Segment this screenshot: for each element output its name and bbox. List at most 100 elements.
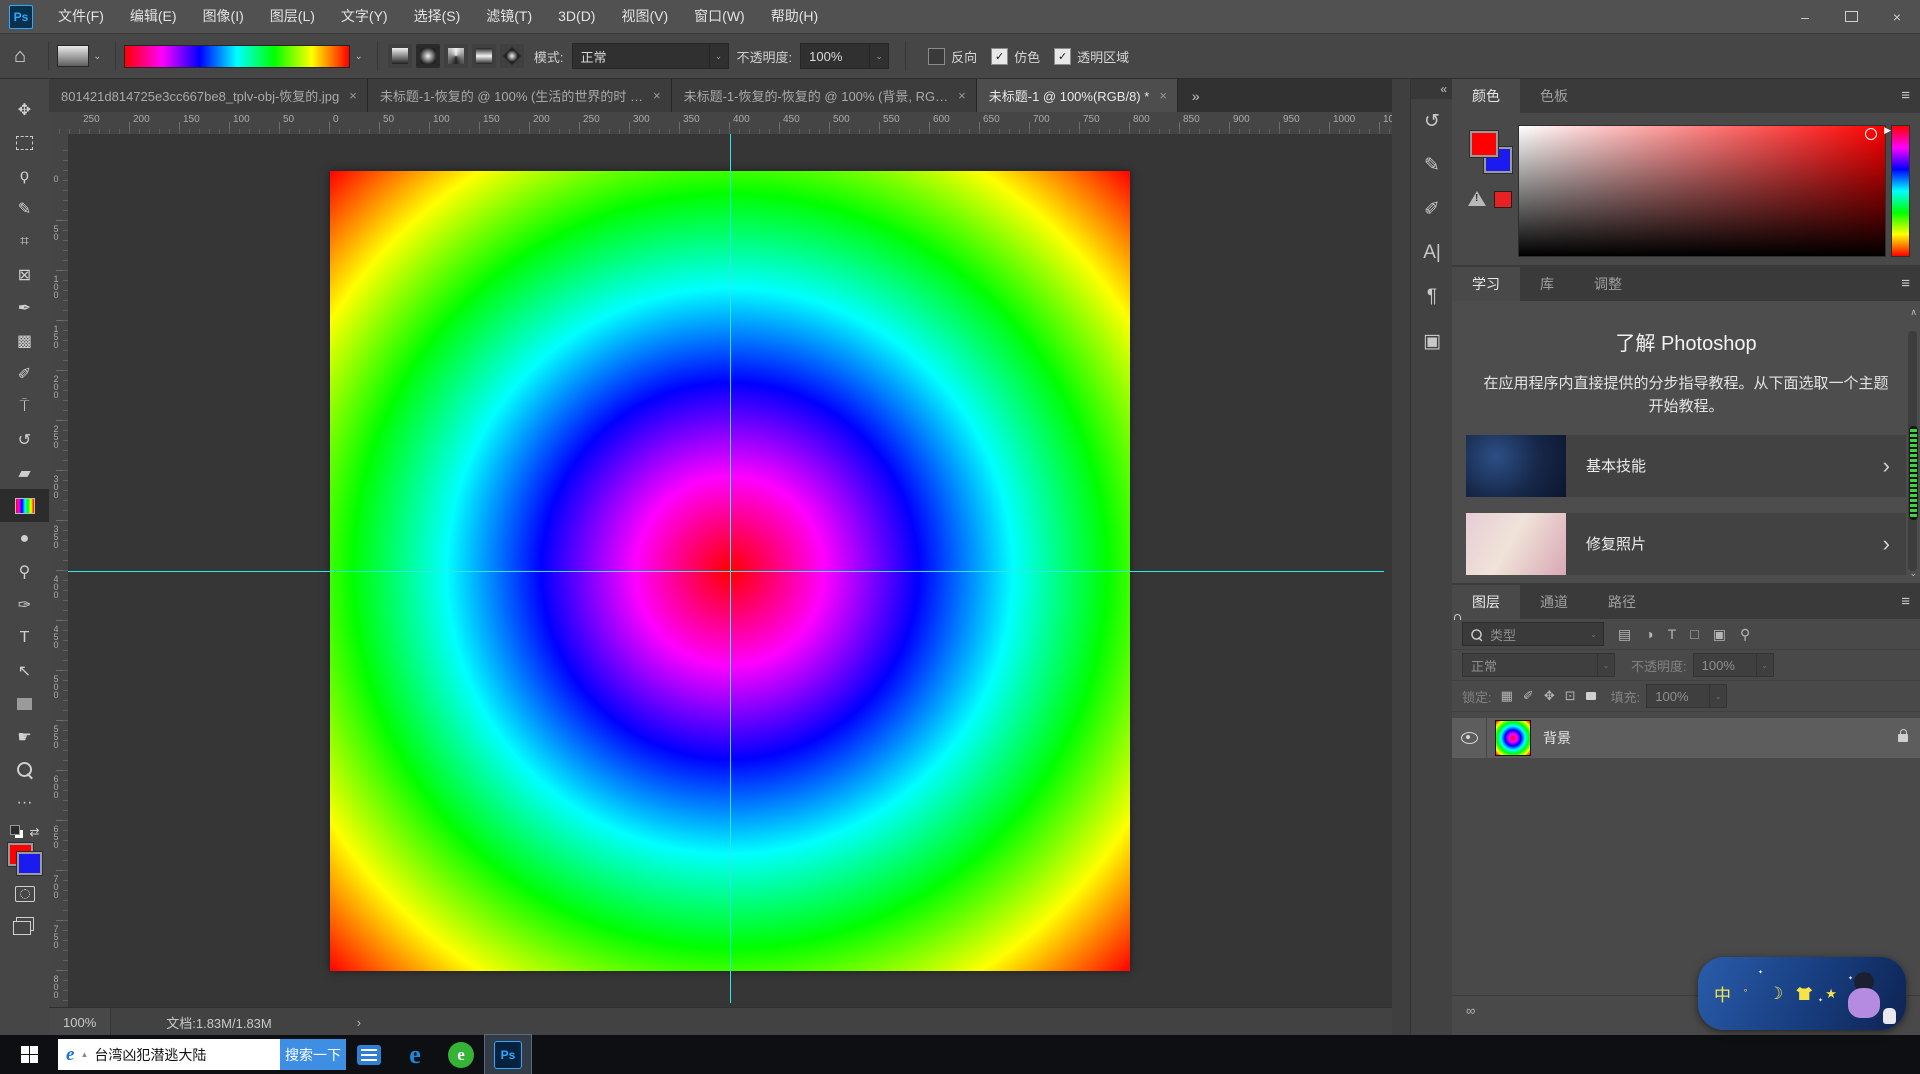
eyedropper-tool[interactable]: ✒ [0,291,49,324]
layers-panel-tab[interactable]: 路径 [1588,585,1656,619]
tab-close-icon[interactable]: × [958,88,966,103]
tab-close-icon[interactable]: × [1159,88,1167,103]
gradient-preset-thumbnail[interactable] [57,45,89,67]
rectangular-marquee-tool[interactable] [0,126,49,159]
color-panel-tab[interactable]: 色板 [1520,79,1588,113]
document-tab[interactable]: 801421d814725e3cc667be8_tplv-obj-恢复的.jpg… [49,79,368,112]
radial-gradient-button[interactable] [416,44,440,68]
history-brush-tool[interactable]: ↺ [0,423,49,456]
taskbar-edge-browser[interactable]: e [392,1035,438,1074]
blur-tool[interactable]: ● [0,522,49,555]
lock-all-icon[interactable] [1586,692,1596,700]
chevron-right-icon[interactable]: › [1883,533,1890,555]
ime-punctuation-icon[interactable]: ゜ [1744,986,1755,1002]
zoom-level-field[interactable]: 100% [49,1008,111,1036]
layer-name[interactable]: 背景 [1543,728,1571,748]
dither-checkbox[interactable]: ✓ [991,48,1008,65]
menu-item[interactable]: 图层(L) [257,0,328,33]
layer-row-background[interactable]: 背景 [1452,718,1920,758]
filter-smart-objects-icon[interactable]: ▣ [1713,626,1726,643]
vertical-ruler[interactable]: 0501001502002503003504004505005506006507… [49,134,69,1007]
gradient-preview-bar[interactable] [124,45,350,68]
threed-panel-icon[interactable]: ▣ [1411,319,1453,363]
opacity-field[interactable]: 100% [800,43,870,69]
learn-card-fix-photos[interactable]: 修复照片 › [1466,513,1906,575]
scroll-down-icon[interactable]: ⌄ [1909,568,1917,579]
pen-tool[interactable]: ✑ [0,588,49,621]
learn-panel-tab[interactable]: 调整 [1574,267,1642,301]
vertical-guide[interactable] [730,134,731,1003]
menu-item[interactable]: 文件(F) [45,0,117,33]
maximize-button[interactable] [1828,0,1874,33]
brush-settings-panel-icon[interactable]: ✎ [1411,143,1453,187]
lock-transparency-icon[interactable]: ▦ [1501,688,1513,704]
lock-pixels-icon[interactable]: ✐ [1523,688,1534,704]
menu-item[interactable]: 视图(V) [608,0,681,33]
menu-item[interactable]: 选择(S) [401,0,474,33]
gradient-preset-dropdown-icon[interactable]: ⌄ [93,51,101,62]
crop-tool[interactable]: ⌗ [0,225,49,258]
hue-slider-marker[interactable]: ▶ [1884,125,1891,136]
menu-item[interactable]: 文字(Y) [328,0,401,33]
menu-item[interactable]: 窗口(W) [681,0,758,33]
gradient-tool[interactable] [0,489,49,522]
ime-mode-icon[interactable]: 中 [1714,981,1731,1006]
edit-toolbar[interactable]: ··· [0,786,49,819]
menu-item[interactable]: 滤镜(T) [473,0,545,33]
scroll-up-icon[interactable]: ∧ [1910,307,1917,318]
color-field-marker[interactable] [1865,128,1877,140]
document-tab[interactable]: 未标题-1-恢复的 @ 100% (生活的世界的时 …× [368,79,672,112]
ime-night-mode-icon[interactable]: ☽ [1768,984,1783,1004]
frame-tool[interactable]: ⊠ [0,258,49,291]
horizontal-ruler[interactable]: 2502001501005005010015020025030035040045… [49,112,1392,135]
sogou-ime-widget[interactable]: 中 ゜ ☽ ★ ✦ ✦ ✦ [1698,957,1906,1030]
lock-position-icon[interactable]: ✥ [1544,688,1555,704]
quick-mask-button[interactable] [0,879,49,909]
path-selection-tool[interactable]: ↖ [0,654,49,687]
ime-star-icon[interactable]: ★ [1825,986,1837,1002]
tab-close-icon[interactable]: × [653,88,661,103]
close-button[interactable]: × [1874,0,1920,33]
gamut-warning-icon[interactable] [1468,191,1486,206]
reverse-checkbox[interactable] [928,48,945,65]
quick-selection-tool[interactable]: ✎ [0,192,49,225]
home-icon[interactable]: ⌂ [14,45,26,68]
tab-overflow-button[interactable]: » [1184,79,1208,112]
gradient-dropdown-icon[interactable]: ⌄ [354,51,362,62]
layers-panel-tab[interactable]: 图层 [1452,585,1520,619]
default-colors-icon[interactable] [9,825,25,839]
filter-pin-icon[interactable]: ⚲ [1740,626,1750,643]
learn-scrollbar[interactable] [1908,331,1917,571]
fill-field[interactable]: 100% [1646,684,1710,708]
zoom-tool[interactable] [0,753,49,786]
opacity-dropdown-icon[interactable]: ⌄ [870,43,889,69]
clone-stamp-tool[interactable]: ⍑ [0,390,49,423]
reflected-gradient-button[interactable] [472,44,496,68]
panel-menu-icon[interactable]: ≡ [1901,87,1910,104]
brushes-panel-icon[interactable]: ✐ [1411,187,1453,231]
healing-brush-tool[interactable]: ▩ [0,324,49,357]
layer-visibility-toggle[interactable] [1452,718,1487,758]
taskbar-photoshop[interactable]: Ps [484,1034,532,1074]
brush-tool[interactable]: ✐ [0,357,49,390]
lasso-tool[interactable]: ϙ [0,159,49,192]
panel-menu-icon[interactable]: ≡ [1901,275,1910,292]
dodge-tool[interactable]: ⚲ [0,555,49,588]
layer-filter-search[interactable]: 类型 ⌄ [1462,622,1604,646]
minimize-button[interactable]: – [1782,0,1828,33]
filter-adjustment-layers-icon[interactable]: ◑ [1645,626,1653,643]
type-tool[interactable]: T [0,621,49,654]
move-tool[interactable]: ✥ [0,93,49,126]
hue-slider[interactable] [1891,125,1910,257]
tab-close-icon[interactable]: × [349,88,357,103]
menu-item[interactable]: 图像(I) [190,0,257,33]
layers-panel-tab[interactable]: 通道 [1520,585,1588,619]
eraser-tool[interactable]: ▰ [0,456,49,489]
link-layers-icon[interactable]: ∞ [1466,1003,1475,1018]
transparency-checkbox[interactable]: ✓ [1054,48,1071,65]
search-go-button[interactable]: 搜索一下 [280,1039,346,1070]
learn-panel-tab[interactable]: 库 [1520,267,1574,301]
blend-mode-select[interactable]: 正常 [1462,653,1598,677]
document-tab[interactable]: 未标题-1 @ 100%(RGB/8) *× [977,79,1178,112]
linear-gradient-button[interactable] [388,44,412,68]
